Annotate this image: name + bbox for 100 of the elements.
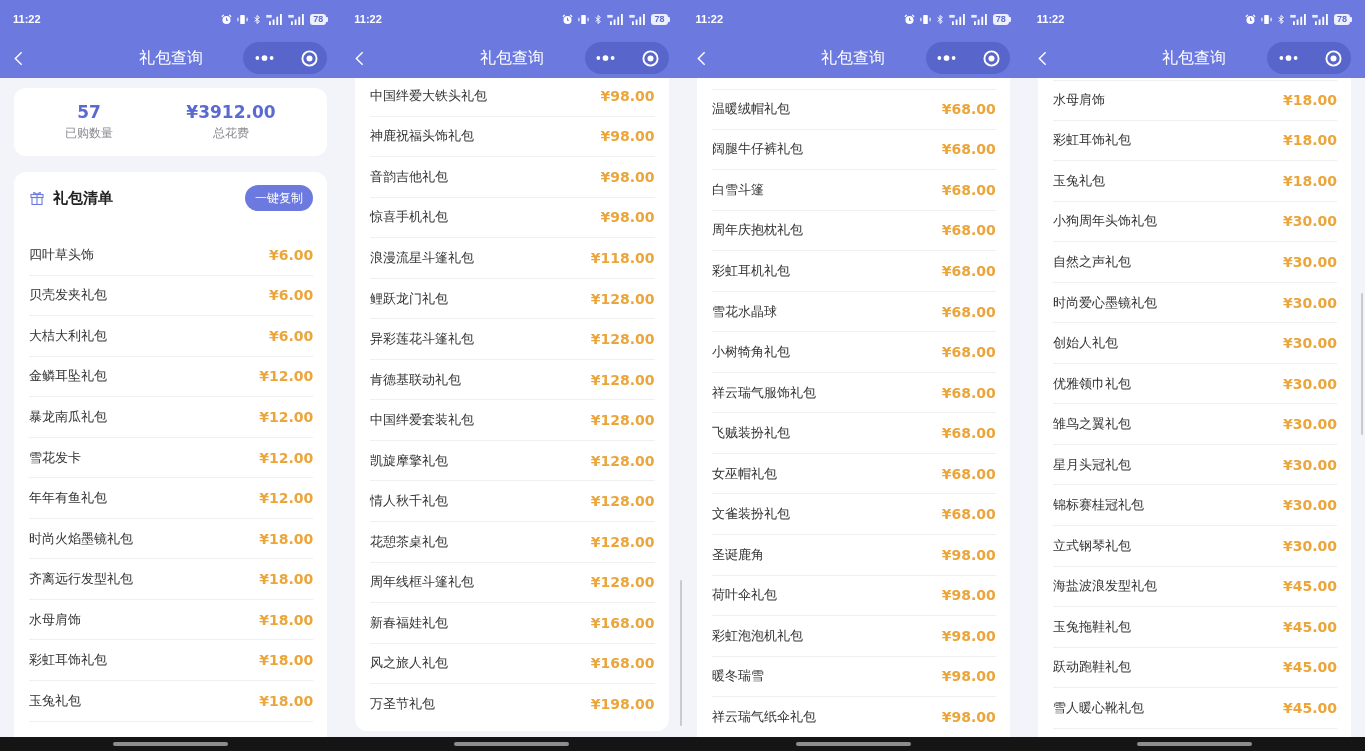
gift-price: ¥18.00	[1282, 92, 1337, 109]
gift-price: ¥30.00	[1282, 416, 1337, 433]
gift-price: ¥98.00	[600, 209, 655, 226]
more-icon[interactable]	[937, 55, 957, 61]
target-icon[interactable]	[642, 49, 659, 67]
vibrate-icon	[237, 13, 249, 25]
copy-all-button[interactable]: 一键复制	[245, 185, 314, 211]
gift-price: ¥68.00	[941, 181, 996, 198]
gift-name: 祥云瑞气纸伞礼包	[711, 707, 816, 726]
gift-price: ¥68.00	[941, 222, 996, 239]
menu-capsule[interactable]	[243, 42, 328, 74]
gift-name: 小狗周年头饰礼包	[1052, 212, 1157, 231]
bluetooth-icon	[935, 13, 944, 25]
gift-name: 星月头冠礼包	[1052, 455, 1131, 474]
menu-capsule[interactable]	[925, 42, 1010, 74]
gift-price: ¥6.00	[268, 246, 314, 263]
page-title: 礼包查询	[1162, 47, 1227, 68]
gift-price: ¥12.00	[259, 449, 314, 466]
gift-price: ¥68.00	[941, 425, 996, 442]
stat-value: 57	[77, 102, 101, 122]
page-title: 礼包查询	[479, 47, 544, 68]
gift-price: ¥128.00	[590, 331, 655, 348]
gift-price: ¥68.00	[941, 303, 996, 320]
gift-name: 贝壳发夹礼包	[29, 286, 107, 305]
gift-price: ¥30.00	[1282, 456, 1337, 473]
bluetooth-icon	[594, 13, 603, 25]
gift-name: 金鳞耳坠礼包	[29, 367, 107, 386]
status-time: 11:22	[1036, 13, 1065, 25]
gift-price: ¥45.00	[1282, 578, 1337, 595]
gift-price: ¥18.00	[259, 652, 314, 669]
battery-indicator: 78	[310, 13, 327, 25]
back-icon[interactable]	[14, 50, 23, 66]
gift-price: ¥18.00	[259, 530, 314, 547]
gift-price: ¥68.00	[941, 141, 996, 158]
signal-icon	[970, 13, 988, 25]
gift-name: 锦标赛桂冠礼包	[1052, 496, 1144, 515]
gift-name: 音韵吉他礼包	[370, 167, 449, 186]
gift-price: ¥30.00	[1282, 497, 1337, 514]
gift-price: ¥12.00	[259, 368, 314, 385]
more-icon[interactable]	[254, 55, 274, 61]
target-icon[interactable]	[983, 49, 1001, 67]
gift-name: 暖冬瑞雪	[711, 667, 764, 686]
back-icon[interactable]	[1037, 50, 1047, 66]
gift-name: 惊喜手机礼包	[370, 208, 449, 227]
status-time: 11:22	[354, 13, 382, 25]
gift-price: ¥128.00	[590, 533, 655, 550]
stat-value: ¥3912.00	[186, 102, 276, 122]
gift-name: 彩虹耳饰礼包	[1052, 131, 1131, 150]
gift-name: 玉兔拖鞋礼包	[1052, 617, 1131, 636]
battery-indicator: 78	[992, 13, 1009, 25]
gift-price: ¥128.00	[590, 574, 655, 591]
gift-name: 时尚爱心墨镜礼包	[1052, 293, 1157, 312]
gift-price: ¥6.00	[268, 287, 314, 304]
bluetooth-icon	[1277, 13, 1285, 25]
alarm-clock-icon	[221, 13, 233, 25]
gift-name: 水母肩饰	[29, 610, 81, 629]
menu-capsule[interactable]	[584, 42, 669, 74]
gift-name: 雪花发卡	[29, 448, 81, 467]
signal-icon	[607, 13, 625, 25]
list-title: 礼包清单	[53, 188, 113, 208]
gift-name: 玉兔礼包	[1052, 171, 1105, 190]
gift-price: ¥30.00	[1282, 253, 1337, 270]
gift-price: ¥168.00	[590, 655, 655, 672]
gift-price: ¥98.00	[600, 168, 655, 185]
gift-price: ¥30.00	[1282, 537, 1337, 554]
gift-price: ¥18.00	[259, 571, 314, 588]
gift-name: 异彩莲花斗篷礼包	[370, 330, 475, 349]
gift-name: 神鹿祝福头饰礼包	[370, 127, 475, 146]
more-icon[interactable]	[1278, 55, 1298, 61]
gift-name: 大桔大利礼包	[29, 326, 107, 345]
gift-price: ¥68.00	[941, 465, 996, 482]
alarm-clock-icon	[903, 13, 915, 25]
back-icon[interactable]	[355, 50, 365, 66]
gift-name: 情人秋千礼包	[370, 492, 449, 511]
gift-name: 凯旋摩擎礼包	[370, 451, 449, 470]
gift-name: 温暖绒帽礼包	[711, 100, 790, 119]
battery-indicator: 78	[651, 13, 668, 25]
gift-name: 肯德基联动礼包	[370, 370, 462, 389]
gift-price: ¥98.00	[941, 587, 996, 604]
gift-price: ¥68.00	[941, 101, 996, 118]
more-icon[interactable]	[596, 55, 615, 61]
gift-name: 雏鸟之翼礼包	[1052, 415, 1131, 434]
gift-price: ¥12.00	[259, 408, 314, 425]
gift-price: ¥68.00	[941, 344, 996, 361]
vibrate-icon	[578, 13, 590, 25]
signal-icon	[948, 13, 966, 25]
gift-price: ¥128.00	[590, 412, 655, 429]
gift-price: ¥128.00	[590, 452, 655, 469]
gift-name: 跃动跑鞋礼包	[1052, 658, 1131, 677]
gift-icon	[30, 191, 44, 205]
vibrate-icon	[1261, 13, 1272, 25]
gift-price: ¥98.00	[941, 627, 996, 644]
target-icon[interactable]	[1324, 49, 1342, 67]
gift-name: 万圣节礼包	[370, 695, 436, 714]
gift-name: 水母肩饰	[1052, 91, 1105, 110]
target-icon[interactable]	[300, 49, 318, 67]
back-icon[interactable]	[696, 50, 706, 66]
gift-name: 优雅领巾礼包	[1052, 374, 1131, 393]
menu-capsule[interactable]	[1267, 42, 1351, 74]
alarm-clock-icon	[1245, 13, 1256, 25]
